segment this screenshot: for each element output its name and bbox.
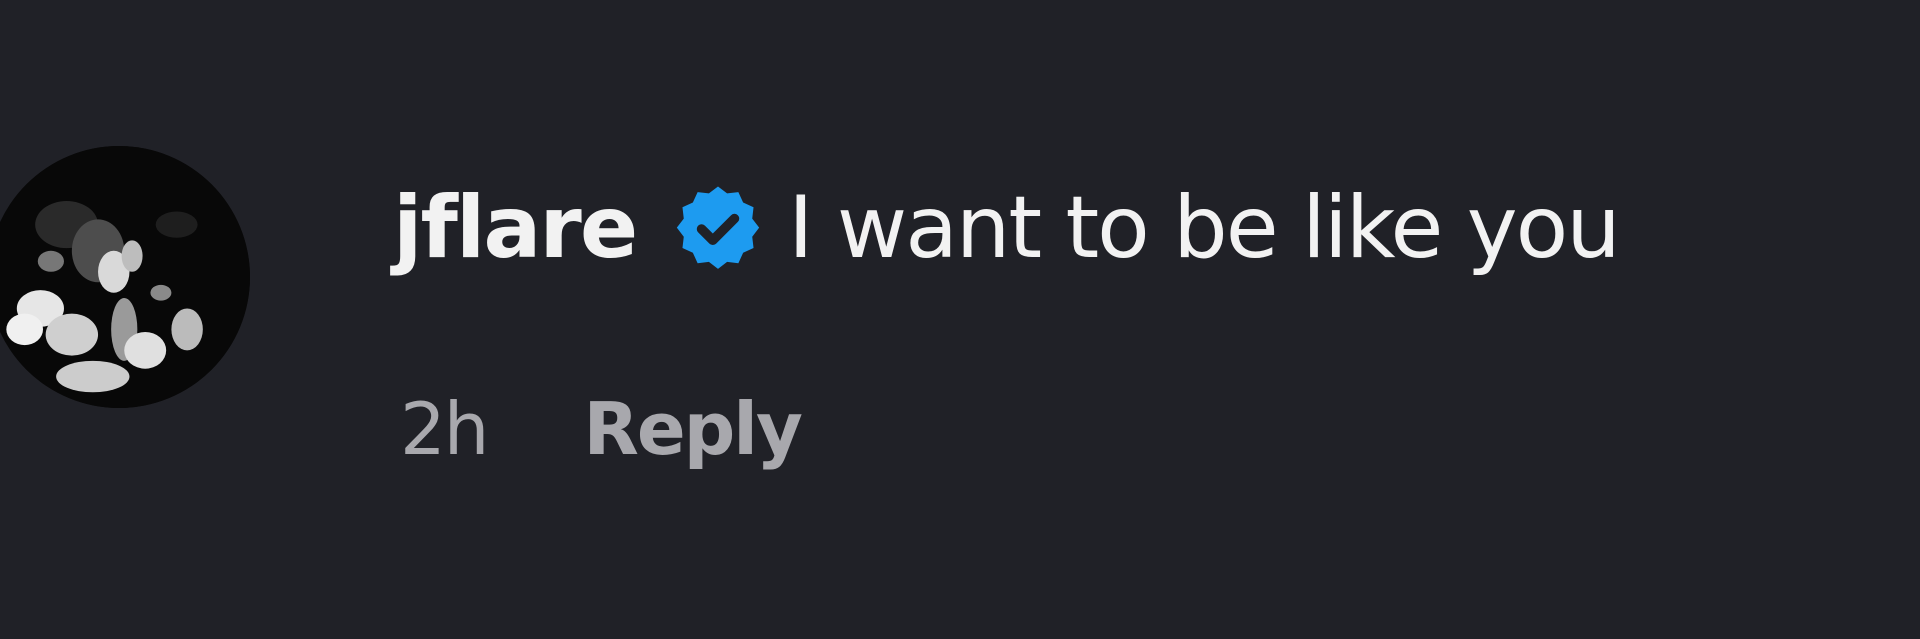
avatar[interactable] — [0, 146, 250, 408]
comment-meta: 2h Reply — [400, 384, 803, 474]
timestamp: 2h — [400, 387, 489, 471]
reply-button[interactable]: Reply — [583, 393, 802, 465]
username-link[interactable]: jflare — [393, 185, 638, 271]
avatar-photo — [0, 146, 250, 408]
comment-text: I want to be like you — [788, 178, 1621, 278]
comment-item: jflare I want to be like you 2h Reply — [0, 0, 1920, 639]
verified-badge-icon — [666, 180, 770, 284]
comment-body: jflare I want to be like you — [393, 168, 1621, 288]
